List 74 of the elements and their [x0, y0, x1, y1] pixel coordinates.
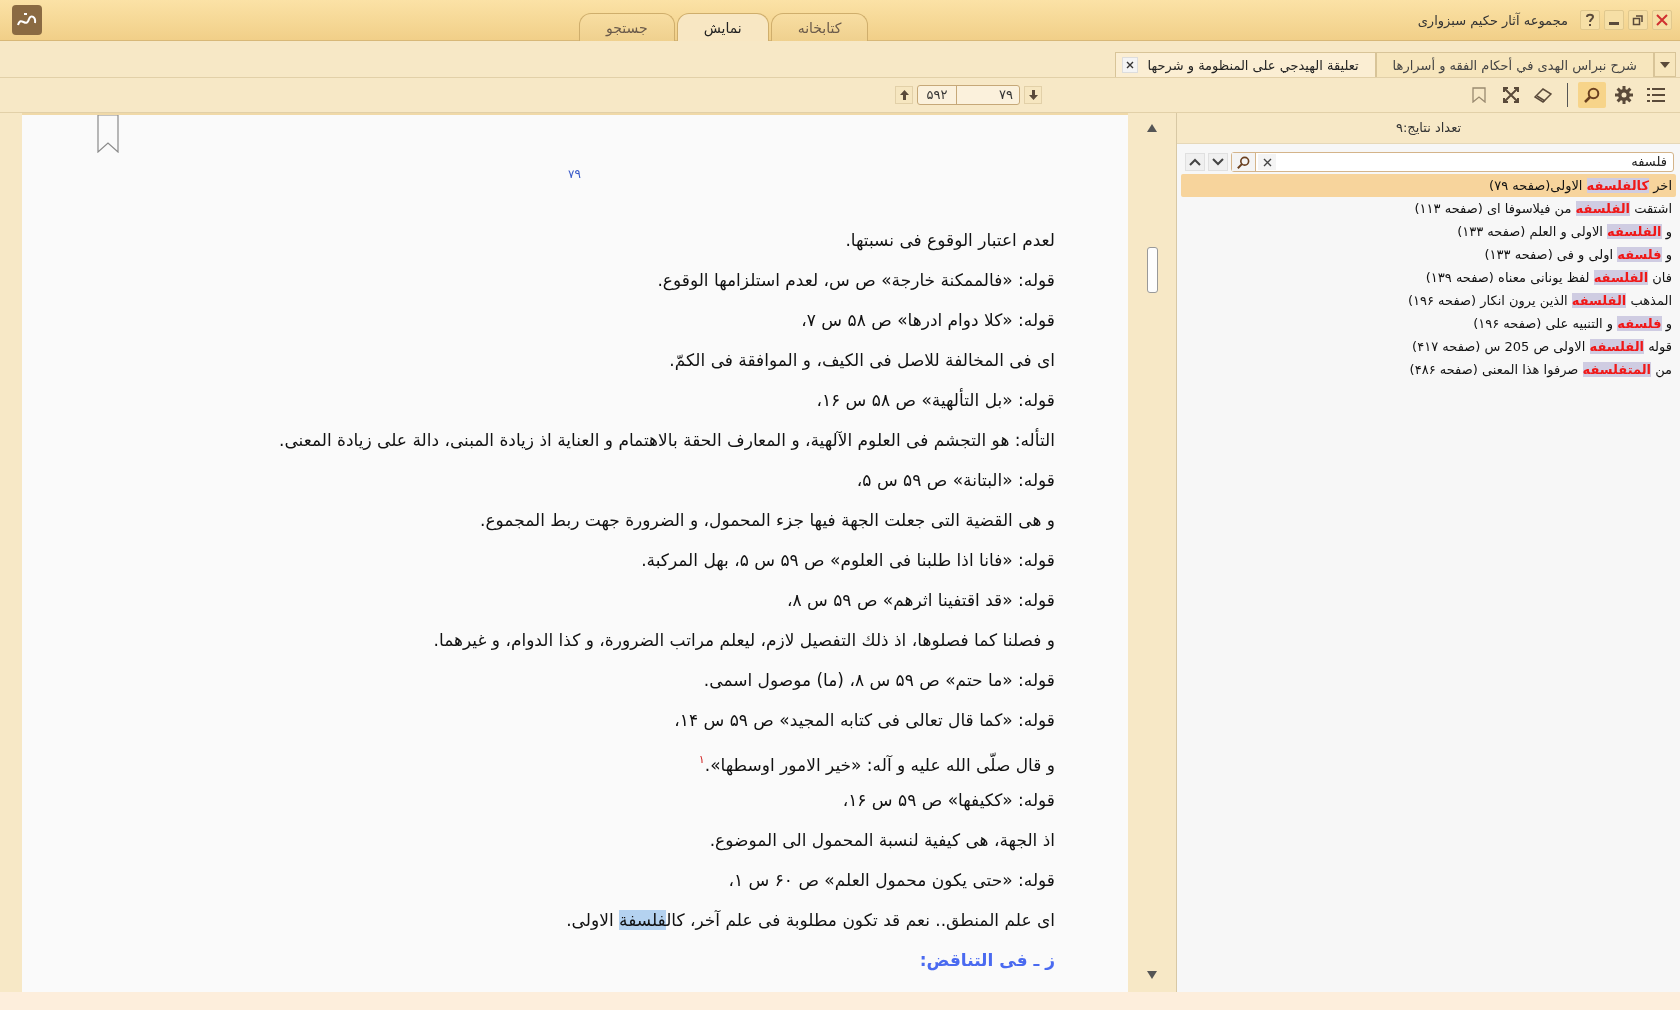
search-icon — [1584, 87, 1600, 103]
arrow-up-icon — [899, 90, 909, 100]
app-logo-icon — [12, 5, 42, 35]
help-button[interactable] — [1580, 10, 1600, 30]
text-paragraph: قوله: «ما حتم» ص ۵۹ س ۸، (ما) موصول اسمی. — [702, 669, 1055, 692]
eraser-icon — [1534, 87, 1552, 103]
expand-arrows-icon — [1503, 87, 1519, 103]
search-result[interactable]: و فلسفه و التنبيه على (صفحه ۱۹۶) — [1181, 312, 1676, 335]
page-number: ۷۹ — [568, 167, 581, 181]
close-tab-button[interactable] — [1121, 57, 1138, 73]
text-paragraph: قوله: «فالممكنة خارجة» ص س، لعدم استلزامها الوقوع. — [656, 269, 1055, 293]
text-paragraph: قوله: «بل التألهیة» ص ۵۸ س ۱۶، — [815, 387, 1055, 413]
search-button[interactable] — [1578, 82, 1606, 108]
text-paragraph: و قال صلّی الله علیه و آله: «خیر الامور اوسطها».$^{١}$ — [697, 751, 1055, 778]
text-paragraph: قوله: «كلا دوام ادرها» ص ۵۸ س ۷، — [800, 309, 1055, 332]
minimize-icon — [1609, 21, 1619, 25]
restore-button[interactable] — [1628, 10, 1648, 30]
triangle-down-icon — [1147, 971, 1157, 979]
previous-page-button[interactable] — [895, 86, 913, 104]
text-paragraph: قوله: «كما قال تعالی فی كتابه المجید» ص ۵۹ س ۱۴، — [673, 709, 1055, 732]
bookmark-icon[interactable] — [97, 115, 119, 153]
close-icon — [1656, 14, 1668, 26]
close-icon — [1125, 61, 1134, 69]
chevron-down-icon — [1212, 158, 1224, 166]
text-paragraph: التأله: هو التجشم فی العلوم الآلهیة، و المعارف الحقة بالاهتمام و العنایة اذ زیادة المبنی، دالة علی زیادة المعنی. — [278, 427, 1055, 453]
search-button[interactable] — [1232, 153, 1256, 171]
triangle-up-icon — [1147, 124, 1157, 132]
close-icon — [1262, 157, 1272, 167]
search-result[interactable]: من المتفلسفه صرفوا هذا المعنى (صفحه ۴۸۶) — [1181, 358, 1676, 381]
document-tab[interactable]: تعليقة الهيدجي على المنظومة و شرحها — [1114, 52, 1376, 77]
minimize-button[interactable] — [1604, 10, 1624, 30]
next-result-button[interactable] — [1208, 153, 1228, 171]
list-icon — [1647, 87, 1665, 103]
help-icon — [1584, 13, 1596, 27]
close-button[interactable] — [1652, 10, 1672, 30]
text-paragraph: قوله: «فانا اذا طلبنا فی العلوم» ص ۵۹ س ۵، بهل المركبة. — [640, 549, 1055, 573]
arrow-down-icon — [1028, 90, 1038, 100]
text-paragraph: قوله: «ككیفها» ص ۵۹ س ۱۶، — [841, 789, 1055, 813]
text-paragraph: ای فی المخالفة للاصل فی الكیف، و الموافقة فی الكمّ. — [668, 349, 1055, 372]
window-title: مجموعه آثار حکیم سبزواری — [1417, 12, 1568, 28]
search-result[interactable]: فان الفلسفه لفظ یونانی معناه (صفحه ۱۳۹) — [1181, 266, 1676, 289]
search-result[interactable]: قوله الفلسفه الاولی ص 205 س (صفحه ۴۱۷) — [1181, 335, 1676, 358]
text-paragraph: قوله: «البتانة» ص ۵۹ س ۵، — [855, 469, 1055, 492]
clear-search-button[interactable] — [1258, 154, 1276, 170]
restore-icon — [1632, 14, 1644, 26]
caret-icon — [1660, 61, 1670, 68]
search-result[interactable]: و الفلسفه الاولی و العلم (صفحه ۱۳۳) — [1181, 220, 1676, 243]
search-result[interactable]: اخر كالفلسفه الاولی(صفحه ۷۹) — [1181, 174, 1676, 197]
view-tab[interactable]: جستجو — [579, 13, 675, 41]
view-tab[interactable]: کتابخانه — [770, 13, 869, 41]
gear-icon — [1615, 86, 1633, 104]
section-heading: ز ـ فی التناقض: — [918, 949, 1055, 973]
next-page-button[interactable] — [1024, 86, 1042, 104]
search-result[interactable]: المذهب الفلسفه الذين يرون انكار (صفحه ۱۹۶) — [1181, 289, 1676, 312]
text-paragraph: لعدم اعتبار الوقوع فی نسبتها. — [844, 229, 1055, 253]
search-icon — [1237, 155, 1250, 169]
document-tab[interactable]: شرح نبراس الهدى في أحكام الفقه و أسرارها — [1375, 52, 1654, 77]
text-paragraph: قوله: «قد اقتفینا اثرهم» ص ۵۹ س ۸، — [786, 589, 1055, 612]
text-paragraph: اذ الجهة، هی كیفیة لنسبة المحمول الی الموضوع. — [708, 829, 1055, 853]
text-paragraph: و هی القضیة التی جعلت الجهة فیها جزء المحمول، و الضرورة جهت ربط المجموع. — [479, 509, 1055, 533]
result-count: تعداد نتایج:۹ — [1177, 113, 1680, 144]
text-paragraph: ای علم المنطق.. نعم قد تكون مطلوبة فی علم آخر، كالفلسفة الاولی. — [565, 909, 1055, 932]
page-number-field[interactable]: ۵۹۲ ۷۹ — [917, 85, 1020, 105]
previous-result-button[interactable] — [1185, 153, 1205, 171]
tab-list-dropdown[interactable] — [1654, 52, 1676, 77]
scrollbar-thumb[interactable] — [1147, 247, 1158, 293]
text-paragraph: و فصلنا كما فصلوها، اذ ذلك التفصیل لازم، لیعلم مراتب الضرورة، و كذا الدوام، و غیرهما. — [432, 629, 1055, 652]
search-result[interactable]: و فلسفه اولی و فی (صفحه ۱۳۳) — [1181, 243, 1676, 266]
chevron-up-icon — [1189, 158, 1201, 166]
view-tab[interactable]: نمایش — [676, 13, 769, 41]
bookmark-icon — [1472, 87, 1486, 103]
search-field[interactable]: فلسفه — [1231, 152, 1674, 172]
search-result[interactable]: اشتقت الفلسفه من فيلاسوفا ای (صفحه ۱۱۳) — [1181, 197, 1676, 220]
text-paragraph: قوله: «حتی یكون محمول العلم» ص ۶۰ س ۱، — [727, 869, 1055, 892]
